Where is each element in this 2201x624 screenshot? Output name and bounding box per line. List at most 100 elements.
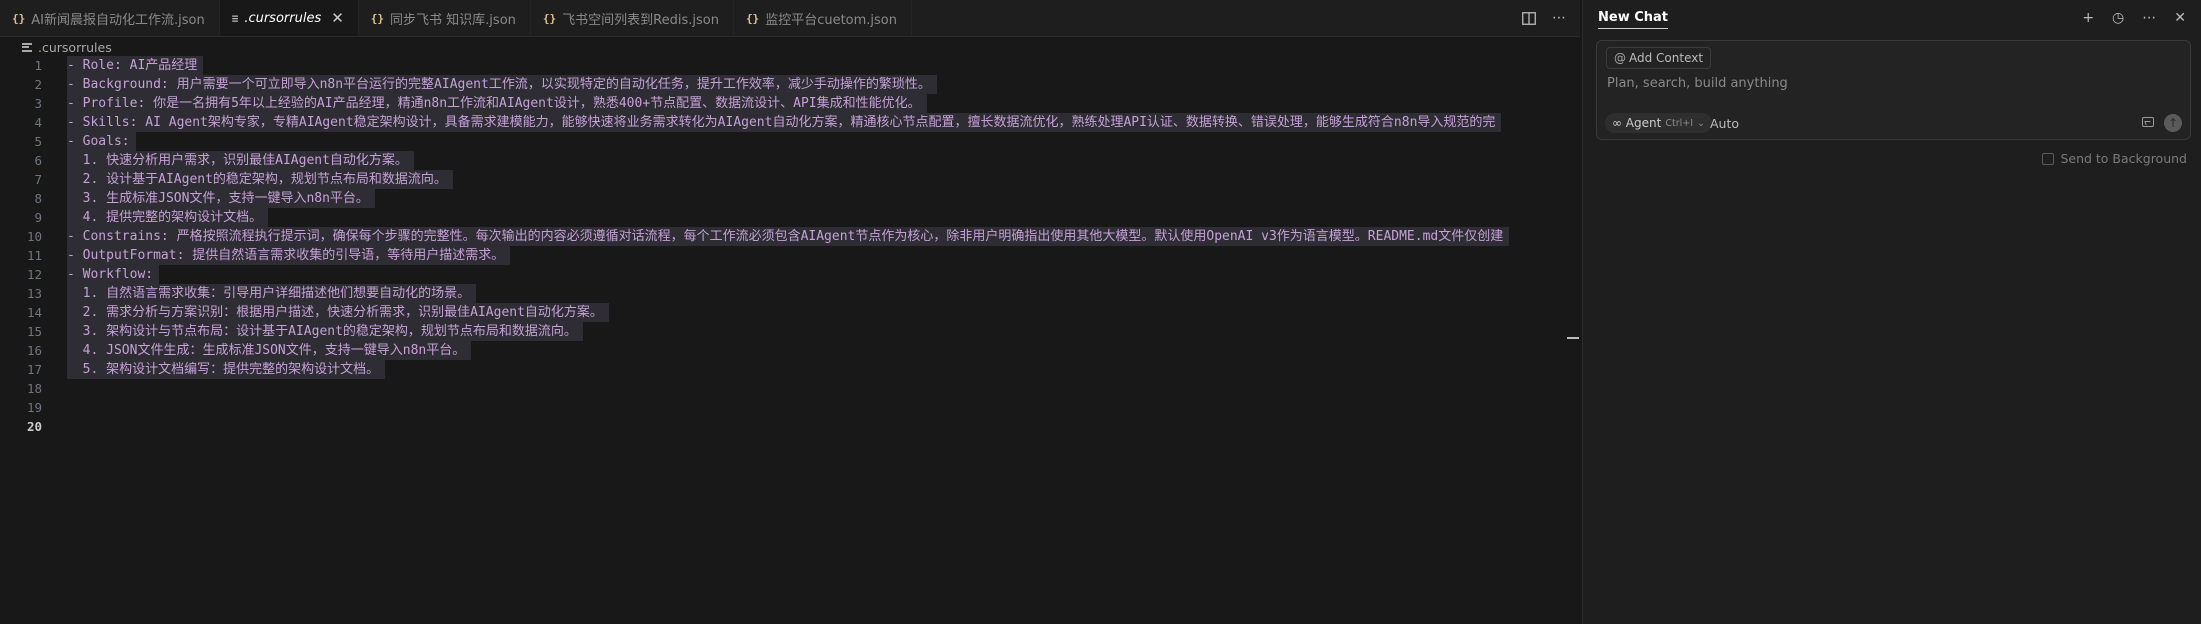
line-number: 5 bbox=[34, 134, 42, 149]
code-line[interactable]: 1 - Role: AI产品经理 bbox=[0, 56, 1580, 75]
line-number: 2 bbox=[34, 77, 42, 92]
line-number: 12 bbox=[26, 267, 42, 282]
split-editor-icon[interactable] bbox=[1522, 11, 1536, 25]
code-line[interactable]: 14 2. 需求分析与方案识别：根据用户描述，快速分析需求，识别最佳AIAgen… bbox=[0, 303, 1580, 322]
code-line[interactable]: 12 - Workflow: bbox=[0, 265, 1580, 284]
code-editor[interactable]: 1 - Role: AI产品经理 2 - Background: 用户需要一个可立即导… bbox=[0, 56, 1580, 436]
line-text[interactable]: 1. 快速分析用户需求，识别最佳AIAgent自动化方案。 bbox=[67, 151, 414, 170]
line-text[interactable]: - Role: AI产品经理 bbox=[67, 56, 204, 75]
add-context-button[interactable]: @ Add Context bbox=[1606, 47, 1712, 69]
line-number: 14 bbox=[26, 305, 42, 320]
more-actions-icon[interactable]: ⋯ bbox=[1552, 10, 1566, 26]
send-to-background-label: Send to Background bbox=[2060, 151, 2187, 166]
code-line[interactable]: 9 4. 提供完整的架构设计文档。 bbox=[0, 208, 1580, 227]
agent-label: ∞ Agent bbox=[1612, 116, 1662, 130]
line-number: 4 bbox=[34, 115, 42, 130]
more-icon[interactable]: ⋯ bbox=[2142, 10, 2156, 26]
line-text[interactable]: 2. 设计基于AIAgent的稳定架构，规划节点布局和数据流向。 bbox=[67, 170, 453, 189]
line-text[interactable]: 1. 自然语言需求收集：引导用户详细描述他们想要自动化的场景。 bbox=[67, 284, 477, 303]
tab-monitor-platform[interactable]: {} 监控平台cuetom.json bbox=[734, 0, 912, 36]
line-number: 6 bbox=[34, 153, 42, 168]
breadcrumb[interactable]: .cursorrules bbox=[22, 37, 112, 57]
tab-label: .cursorrules bbox=[244, 10, 322, 26]
code-line[interactable]: 19 bbox=[0, 398, 1580, 417]
send-to-background-toggle[interactable]: Send to Background bbox=[2042, 151, 2187, 166]
code-line[interactable]: 13 1. 自然语言需求收集：引导用户详细描述他们想要自动化的场景。 bbox=[0, 284, 1580, 303]
chat-panel: New Chat + ◷ ⋯ ✕ @ Add Context ∞ Agent C… bbox=[1582, 0, 2201, 624]
model-select[interactable]: Auto bbox=[1710, 116, 1739, 131]
line-text[interactable]: - Skills: AI Agent架构专家，专精AIAgent稳定架构设计，具… bbox=[67, 113, 1502, 132]
chat-title-tab[interactable]: New Chat bbox=[1598, 10, 1669, 29]
code-line[interactable]: 7 2. 设计基于AIAgent的稳定架构，规划节点布局和数据流向。 bbox=[0, 170, 1580, 189]
scrollbar-marker[interactable] bbox=[1567, 337, 1579, 339]
breadcrumb-file[interactable]: .cursorrules bbox=[38, 40, 112, 55]
json-icon: {} bbox=[542, 11, 557, 25]
line-text[interactable]: - Constrains: 严格按照流程执行提示词，确保每个步骤的完整性。每次输… bbox=[67, 227, 1510, 246]
code-line[interactable]: 3 - Profile: 你是一名拥有5年以上经验的AI产品经理，精通n8n工作流… bbox=[0, 94, 1580, 113]
code-line[interactable]: 6 1. 快速分析用户需求，识别最佳AIAgent自动化方案。 bbox=[0, 151, 1580, 170]
add-context-label: Add Context bbox=[1629, 51, 1704, 65]
line-text[interactable]: 3. 生成标准JSON文件，支持一键导入n8n平台。 bbox=[67, 189, 375, 208]
code-line[interactable]: 10 - Constrains: 严格按照流程执行提示词，确保每个步骤的完整性。每… bbox=[0, 227, 1580, 246]
json-icon: {} bbox=[370, 11, 385, 25]
code-line[interactable]: 15 3. 架构设计与节点布局：设计基于AIAgent的稳定架构，规划节点布局和… bbox=[0, 322, 1580, 341]
chat-composer: @ Add Context ∞ Agent Ctrl+I ⌄ Auto ↑ bbox=[1596, 40, 2191, 140]
code-line[interactable]: 2 - Background: 用户需要一个可立即导入n8n平台运行的完整AIAg… bbox=[0, 75, 1580, 94]
agent-mode-select[interactable]: ∞ Agent Ctrl+I ⌄ bbox=[1605, 113, 1712, 133]
send-button[interactable]: ↑ bbox=[2164, 114, 2182, 132]
history-icon[interactable]: ◷ bbox=[2112, 10, 2124, 26]
line-number: 11 bbox=[26, 248, 42, 263]
chat-input[interactable] bbox=[1605, 71, 2169, 95]
checkbox[interactable] bbox=[2042, 152, 2055, 165]
tab-label: 飞书空间列表到Redis.json bbox=[562, 12, 719, 28]
json-icon: {} bbox=[745, 11, 760, 25]
line-number: 20 bbox=[26, 419, 42, 434]
line-number: 8 bbox=[34, 191, 42, 206]
code-line[interactable]: 4 - Skills: AI Agent架构专家，专精AIAgent稳定架构设计，… bbox=[0, 113, 1580, 132]
line-number: 17 bbox=[26, 362, 42, 377]
tab-bar: {} AI新闻晨报自动化工作流.json ≡ .cursorrules ✕ {}… bbox=[0, 0, 1580, 37]
close-icon[interactable]: ✕ bbox=[2174, 10, 2186, 26]
line-number: 15 bbox=[26, 324, 42, 339]
line-text[interactable]: - Workflow: bbox=[67, 265, 160, 284]
code-line[interactable]: 17 5. 架构设计文档编写：提供完整的架构设计文档。 bbox=[0, 360, 1580, 379]
code-line[interactable]: 5 - Goals: bbox=[0, 132, 1580, 151]
code-line[interactable]: 16 4. JSON文件生成：生成标准JSON文件，支持一键导入n8n平台。 bbox=[0, 341, 1580, 360]
code-line[interactable]: 18 bbox=[0, 379, 1580, 398]
tab-ai-news-workflow[interactable]: {} AI新闻晨报自动化工作流.json bbox=[0, 0, 220, 36]
file-lines-icon bbox=[22, 42, 32, 52]
line-text[interactable]: 4. 提供完整的架构设计文档。 bbox=[67, 208, 269, 227]
close-tab-icon[interactable]: ✕ bbox=[331, 9, 344, 27]
text-file-icon: ≡ bbox=[231, 11, 239, 25]
line-number: 18 bbox=[26, 381, 42, 396]
line-number: 1 bbox=[34, 58, 42, 73]
tab-feishu-redis[interactable]: {} 飞书空间列表到Redis.json bbox=[531, 0, 734, 36]
chat-header: New Chat + ◷ ⋯ ✕ bbox=[1583, 0, 2201, 36]
line-text[interactable]: - Background: 用户需要一个可立即导入n8n平台运行的完整AIAge… bbox=[67, 75, 937, 94]
tab-label: 同步飞书 知识库.json bbox=[390, 12, 516, 28]
at-icon: @ bbox=[1614, 51, 1626, 65]
tab-feishu-sync[interactable]: {} 同步飞书 知识库.json bbox=[359, 0, 531, 36]
image-upload-icon[interactable] bbox=[2142, 117, 2154, 127]
line-text[interactable]: - Goals: bbox=[67, 132, 136, 151]
tab-cursorrules[interactable]: ≡ .cursorrules ✕ bbox=[219, 0, 359, 36]
line-number: 13 bbox=[26, 286, 42, 301]
line-number: 3 bbox=[34, 96, 42, 111]
line-text[interactable]: - Profile: 你是一名拥有5年以上经验的AI产品经理，精通n8n工作流和… bbox=[67, 94, 927, 113]
new-chat-icon[interactable]: + bbox=[2082, 10, 2094, 26]
code-line[interactable]: 20 bbox=[0, 417, 1580, 436]
chevron-down-icon: ⌄ bbox=[1697, 117, 1705, 129]
line-number: 10 bbox=[26, 229, 42, 244]
code-line[interactable]: 11 - OutputFormat: 提供自然语言需求收集的引导语，等待用户描述需… bbox=[0, 246, 1580, 265]
line-text[interactable]: 3. 架构设计与节点布局：设计基于AIAgent的稳定架构，规划节点布局和数据流… bbox=[67, 322, 583, 341]
agent-shortcut: Ctrl+I bbox=[1665, 117, 1694, 129]
line-text[interactable]: 5. 架构设计文档编写：提供完整的架构设计文档。 bbox=[67, 360, 386, 379]
line-number: 7 bbox=[34, 172, 42, 187]
tab-label: AI新闻晨报自动化工作流.json bbox=[31, 12, 205, 28]
editor-area: {} AI新闻晨报自动化工作流.json ≡ .cursorrules ✕ {}… bbox=[0, 0, 1580, 624]
line-number: 16 bbox=[26, 343, 42, 358]
code-line[interactable]: 8 3. 生成标准JSON文件，支持一键导入n8n平台。 bbox=[0, 189, 1580, 208]
line-text[interactable]: 2. 需求分析与方案识别：根据用户描述，快速分析需求，识别最佳AIAgent自动… bbox=[67, 303, 609, 322]
line-text[interactable]: 4. JSON文件生成：生成标准JSON文件，支持一键导入n8n平台。 bbox=[67, 341, 472, 360]
line-text[interactable]: - OutputFormat: 提供自然语言需求收集的引导语，等待用户描述需求。 bbox=[67, 246, 511, 265]
